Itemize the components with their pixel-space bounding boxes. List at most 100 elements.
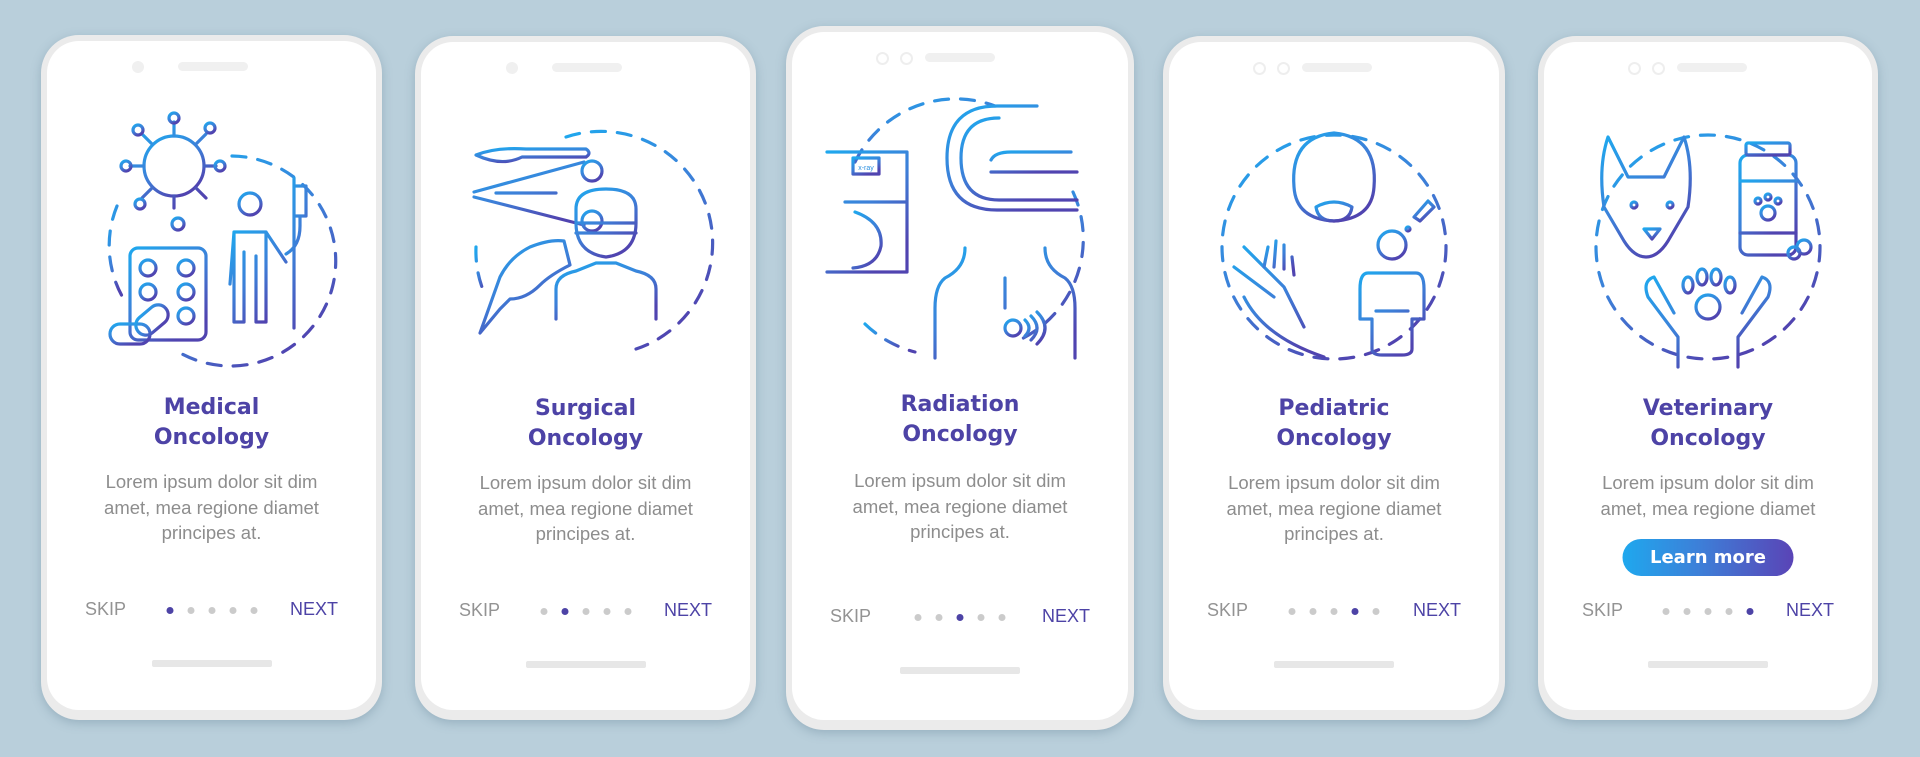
page-dot[interactable]: [582, 608, 589, 615]
description-line: Lorem ipsum dolor sit dim: [105, 471, 318, 492]
pediatric-oncology-illustration: [1169, 97, 1499, 377]
screen-title: Surgical Oncology: [421, 394, 750, 454]
screen-description: Lorem ipsum dolor sit dim amet, mea regi…: [441, 470, 730, 547]
camera-ring: [1652, 62, 1665, 75]
title-line: Radiation: [900, 392, 1020, 417]
camera-ring: [900, 52, 913, 65]
onboarding-screen-pediatric: Pediatric Oncology Lorem ipsum dolor sit…: [1163, 36, 1505, 720]
speaker-bar: [1677, 63, 1747, 72]
screen-title: Pediatric Oncology: [1169, 394, 1499, 454]
page-dot[interactable]: [187, 607, 194, 614]
onboarding-screen-medical: Medical Oncology Lorem ipsum dolor sit d…: [41, 35, 382, 720]
title-line: Surgical: [534, 396, 637, 421]
description-line: Lorem ipsum dolor sit dim: [854, 470, 1066, 491]
onboarding-screen-veterinary: Veterinary Oncology Lorem ipsum dolor si…: [1538, 36, 1878, 720]
page-dot-active[interactable]: [166, 607, 173, 614]
page-dot[interactable]: [1683, 608, 1691, 615]
screen-title: Radiation Oncology: [792, 390, 1128, 450]
home-indicator: [151, 660, 272, 667]
description-line: amet, mea regione diamet: [104, 496, 319, 518]
home-indicator: [1648, 661, 1768, 668]
scalpel-forceps-surgeon-icon: [471, 129, 714, 351]
title-line: Veterinary: [1642, 396, 1774, 421]
onboarding-screen-radiation: x-ray Radiation Oncology Lorem ipsum dol…: [786, 26, 1134, 730]
description-line: principes at.: [910, 521, 1010, 542]
page-dot[interactable]: [914, 614, 922, 621]
page-dot[interactable]: [1725, 608, 1733, 615]
skip-button[interactable]: SKIP: [1582, 600, 1623, 621]
next-button[interactable]: NEXT: [664, 600, 712, 621]
onboarding-nav: SKIP NEXT: [421, 600, 750, 624]
page-dot[interactable]: [603, 608, 610, 615]
baby-hands-child-dropper-icon: [1220, 131, 1448, 361]
speaker-bar: [552, 63, 622, 72]
page-indicator: [1662, 608, 1754, 615]
screen-description: Lorem ipsum dolor sit dim amet, mea regi…: [1189, 470, 1479, 547]
next-button[interactable]: NEXT: [1413, 600, 1461, 621]
page-dot[interactable]: [1704, 608, 1712, 615]
camera-dot: [132, 61, 144, 73]
page-dot[interactable]: [1372, 608, 1380, 615]
page-dot[interactable]: [208, 607, 215, 614]
description-line: amet, mea regione diamet: [478, 497, 693, 519]
description-line: amet, mea regione diamet: [1600, 497, 1816, 519]
onboarding-nav: SKIP NEXT: [792, 606, 1128, 630]
page-dot[interactable]: [1309, 608, 1317, 615]
title-line: Pediatric: [1278, 396, 1390, 421]
skip-button[interactable]: SKIP: [459, 600, 500, 621]
page-dot[interactable]: [624, 608, 631, 615]
title-line: Oncology: [1650, 426, 1766, 451]
onboarding-nav: SKIP NEXT: [47, 599, 376, 623]
onboarding-screen-surgical: Surgical Oncology Lorem ipsum dolor sit …: [415, 36, 756, 720]
page-dot[interactable]: [935, 614, 943, 621]
description-line: Lorem ipsum dolor sit dim: [479, 472, 692, 493]
page-dot[interactable]: [1330, 608, 1338, 615]
page-dot[interactable]: [998, 614, 1006, 621]
next-button[interactable]: NEXT: [1042, 606, 1090, 627]
dog-pill-bottle-paw-hands-icon: [1594, 133, 1822, 369]
description-line: principes at.: [1284, 523, 1384, 544]
speaker-bar: [178, 62, 248, 71]
screen-title: Medical Oncology: [47, 393, 376, 453]
page-dot[interactable]: [1288, 608, 1296, 615]
next-button[interactable]: NEXT: [1786, 600, 1834, 621]
camera-ring: [1277, 62, 1290, 75]
learn-more-button[interactable]: Learn more: [1622, 539, 1794, 576]
page-indicator: [914, 614, 1006, 621]
camera-ring: [1628, 62, 1641, 75]
page-dot-active[interactable]: [561, 608, 568, 615]
onboarding-nav: SKIP NEXT: [1544, 600, 1872, 624]
surgical-oncology-illustration: [421, 97, 750, 377]
description-line: Lorem ipsum dolor sit dim: [1602, 472, 1814, 493]
skip-button[interactable]: SKIP: [85, 599, 126, 620]
next-button[interactable]: NEXT: [290, 599, 338, 620]
page-dot[interactable]: [1662, 608, 1670, 615]
xray-label: x-ray: [858, 165, 874, 172]
description-line: Lorem ipsum dolor sit dim: [1228, 472, 1440, 493]
screen-description: Lorem ipsum dolor sit dim amet, mea regi…: [67, 469, 356, 546]
page-dot[interactable]: [229, 607, 236, 614]
title-line: Medical: [163, 395, 260, 420]
phone-screen: Veterinary Oncology Lorem ipsum dolor si…: [1544, 42, 1872, 710]
page-dot[interactable]: [250, 607, 257, 614]
radiation-oncology-illustration: x-ray: [792, 92, 1128, 372]
page-dot-active[interactable]: [1746, 608, 1754, 615]
phone-screen: Medical Oncology Lorem ipsum dolor sit d…: [47, 41, 376, 710]
description-line: principes at.: [535, 523, 636, 544]
title-line: Oncology: [527, 426, 644, 451]
home-indicator: [900, 667, 1020, 674]
skip-button[interactable]: SKIP: [1207, 600, 1248, 621]
skip-button[interactable]: SKIP: [830, 606, 871, 627]
page-dot[interactable]: [540, 608, 547, 615]
page-dot-active[interactable]: [1351, 608, 1359, 615]
screen-title: Veterinary Oncology: [1544, 394, 1872, 454]
phone-screen: x-ray Radiation Oncology Lorem ipsum dol…: [792, 32, 1128, 720]
phone-screen: Pediatric Oncology Lorem ipsum dolor sit…: [1169, 42, 1499, 710]
screen-description: Lorem ipsum dolor sit dim amet, mea regi…: [812, 468, 1108, 545]
description-line: amet, mea regione diamet: [852, 495, 1068, 517]
medical-oncology-illustration: [47, 96, 376, 376]
speaker-bar: [1302, 63, 1372, 72]
page-dot[interactable]: [977, 614, 985, 621]
page-dot-active[interactable]: [956, 614, 964, 621]
camera-dot: [506, 62, 518, 74]
